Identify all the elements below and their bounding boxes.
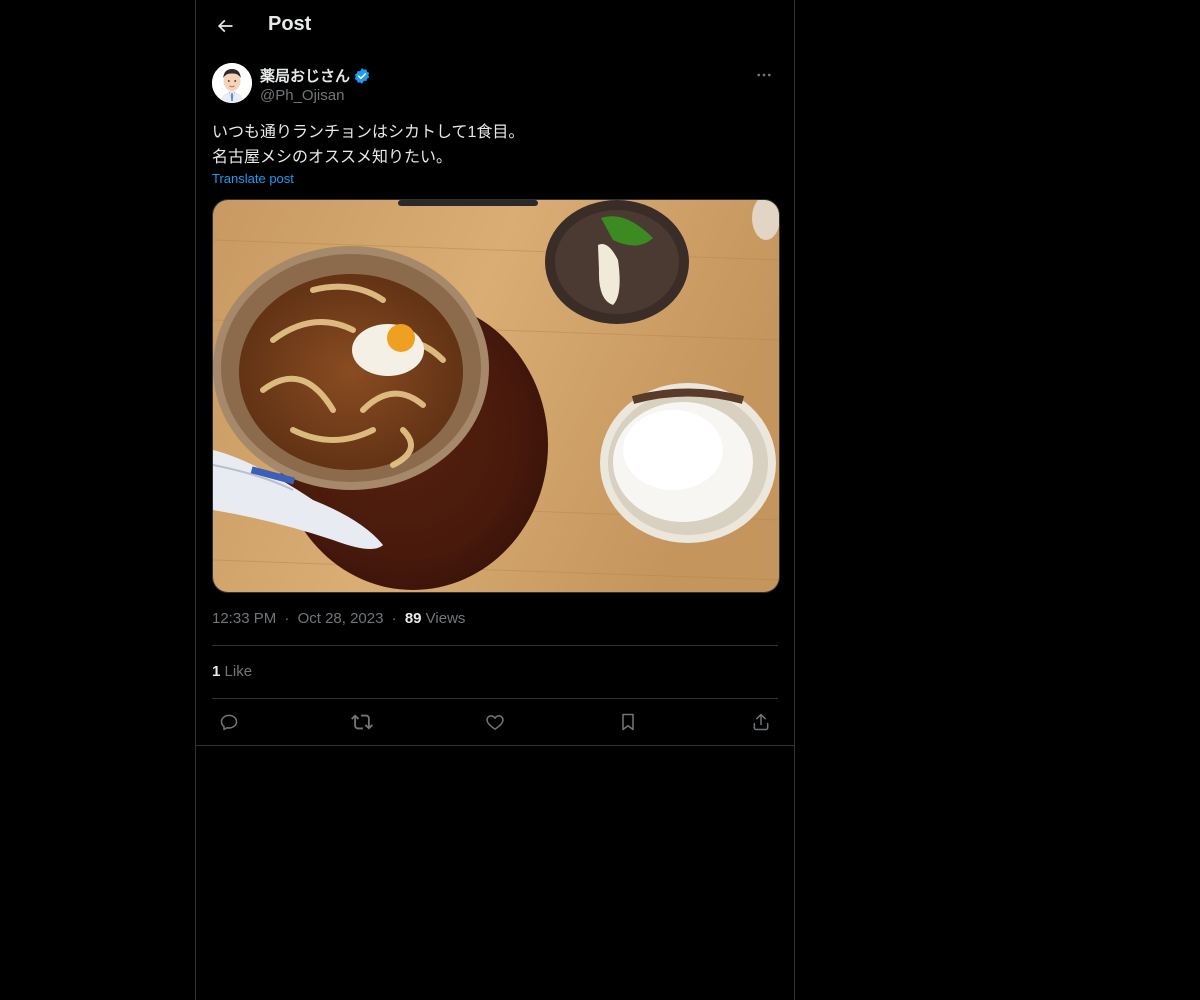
bookmark-icon (622, 713, 634, 731)
action-bar (212, 708, 778, 736)
reply-icon (220, 714, 238, 731)
author-row: 薬局おじさん @Ph_Ojisan (212, 63, 778, 107)
repost-button[interactable] (345, 708, 379, 736)
avatar[interactable] (212, 63, 252, 103)
food-photo (213, 200, 779, 592)
likes-link[interactable]: 1 Like (212, 663, 252, 680)
meta-separator: · (284, 610, 290, 627)
post-image[interactable] (212, 199, 780, 593)
views-label: Views (425, 610, 466, 627)
share-button[interactable] (744, 708, 778, 736)
post-date[interactable]: Oct 28, 2023 (298, 610, 384, 627)
meta-separator: · (391, 610, 397, 627)
post-time[interactable]: 12:33 PM (212, 610, 276, 627)
like-icon (486, 715, 504, 730)
translate-link[interactable]: Translate post (212, 171, 294, 186)
like-button[interactable] (478, 708, 512, 736)
post-meta: 12:33 PM · Oct 28, 2023 · 89 Views (212, 610, 465, 627)
share-icon (753, 713, 769, 731)
header: Post (196, 0, 794, 53)
repost-icon (351, 714, 373, 730)
views-count: 89 (404, 610, 422, 627)
likes-count: 1 (212, 663, 221, 680)
verified-badge-icon[interactable] (353, 67, 371, 85)
display-name[interactable]: 薬局おじさん (260, 65, 350, 86)
reply-button[interactable] (212, 708, 246, 736)
name-row: 薬局おじさん (260, 65, 371, 86)
post-text: いつも通りランチョンはシカトして1食目。 名古屋メシのオススメ知りたい。 (212, 120, 778, 170)
back-arrow-icon (217, 19, 233, 33)
more-button[interactable] (750, 63, 778, 87)
back-button[interactable] (208, 9, 242, 43)
page-title: Post (268, 13, 312, 35)
post-text-line: 名古屋メシのオススメ知りたい。 (212, 149, 453, 166)
post-bottom-border (196, 745, 794, 746)
bookmark-button[interactable] (611, 708, 645, 736)
likes-label: Like (224, 663, 253, 680)
more-icon (757, 73, 771, 77)
divider (212, 698, 778, 699)
post-column: Post 薬局おじさん @Ph_Ojisan いつも通りランチョンはシカトして1… (195, 0, 795, 1000)
divider (212, 645, 778, 646)
post-text-line: いつも通りランチョンはシカトして1食目。 (212, 124, 525, 141)
user-handle[interactable]: @Ph_Ojisan (260, 87, 344, 104)
